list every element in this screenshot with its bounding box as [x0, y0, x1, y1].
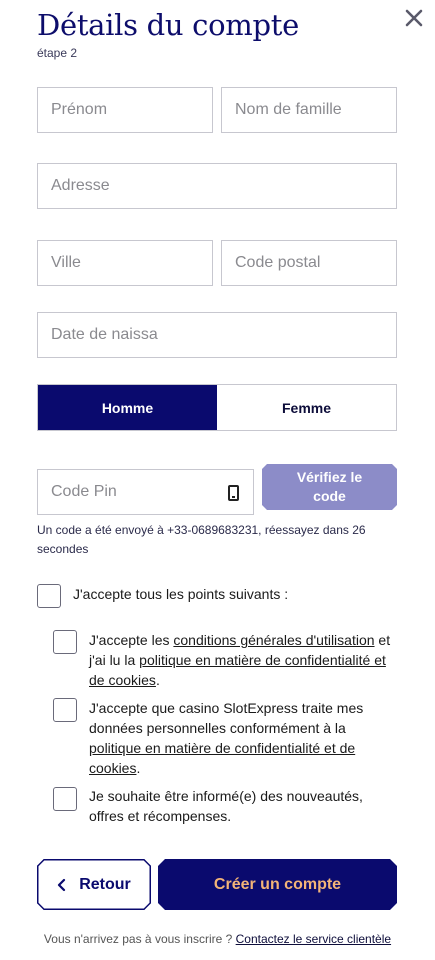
chevron-left-icon [57, 878, 67, 892]
verify-code-button[interactable]: Vérifiez le code [262, 464, 397, 510]
verify-code-label: Vérifiez le code [296, 469, 363, 504]
pin-code-field[interactable] [37, 469, 254, 515]
first-name-input[interactable] [38, 88, 212, 132]
birthdate-field[interactable] [37, 312, 397, 358]
gender-option-male[interactable]: Homme [38, 385, 217, 430]
postal-code-input[interactable] [222, 241, 396, 285]
close-icon[interactable] [402, 6, 426, 30]
footer-help: Vous n'arrivez pas à vous inscrire ? Con… [43, 932, 392, 946]
step-indicator: étape 2 [37, 46, 78, 60]
birthdate-input[interactable] [38, 313, 396, 357]
data-processing-label: J'accepte que casino SlotExpress traite … [89, 700, 364, 776]
data-processing-checkbox[interactable] [53, 698, 77, 722]
back-button-label: Retour [79, 875, 131, 893]
back-button[interactable]: Retour [37, 859, 151, 910]
create-account-button[interactable]: Créer un compte [158, 859, 397, 910]
last-name-field[interactable] [221, 87, 397, 133]
address-input[interactable] [38, 164, 396, 208]
newsletter-label: Je souhaite être informé(e) des nouveaut… [89, 788, 363, 824]
address-field[interactable] [37, 163, 397, 209]
postal-code-field[interactable] [221, 240, 397, 286]
newsletter-checkbox[interactable] [53, 787, 77, 811]
last-name-input[interactable] [222, 88, 396, 132]
page-title: Détails du compte [37, 8, 299, 42]
terms-link[interactable]: conditions générales d'utilisation [173, 632, 374, 648]
pin-code-input[interactable] [38, 470, 253, 514]
accept-all-checkbox[interactable] [37, 584, 61, 608]
city-input[interactable] [38, 241, 212, 285]
first-name-field[interactable] [37, 87, 213, 133]
terms-label: J'accepte les conditions générales d'uti… [89, 632, 391, 688]
accept-all-label: J'accepte tous les points suivants : [73, 586, 289, 602]
code-sent-info: Un code a été envoyé à +33-0689683231, r… [37, 523, 366, 556]
gender-option-female[interactable]: Femme [217, 385, 396, 430]
city-field[interactable] [37, 240, 213, 286]
privacy-policy-link[interactable]: politique en matière de confidentialité … [89, 740, 355, 776]
phone-icon [228, 485, 239, 501]
gender-toggle: Homme Femme [37, 384, 397, 431]
contact-support-link[interactable]: Contactez le service clientèle [236, 932, 391, 946]
terms-checkbox[interactable] [53, 630, 77, 654]
